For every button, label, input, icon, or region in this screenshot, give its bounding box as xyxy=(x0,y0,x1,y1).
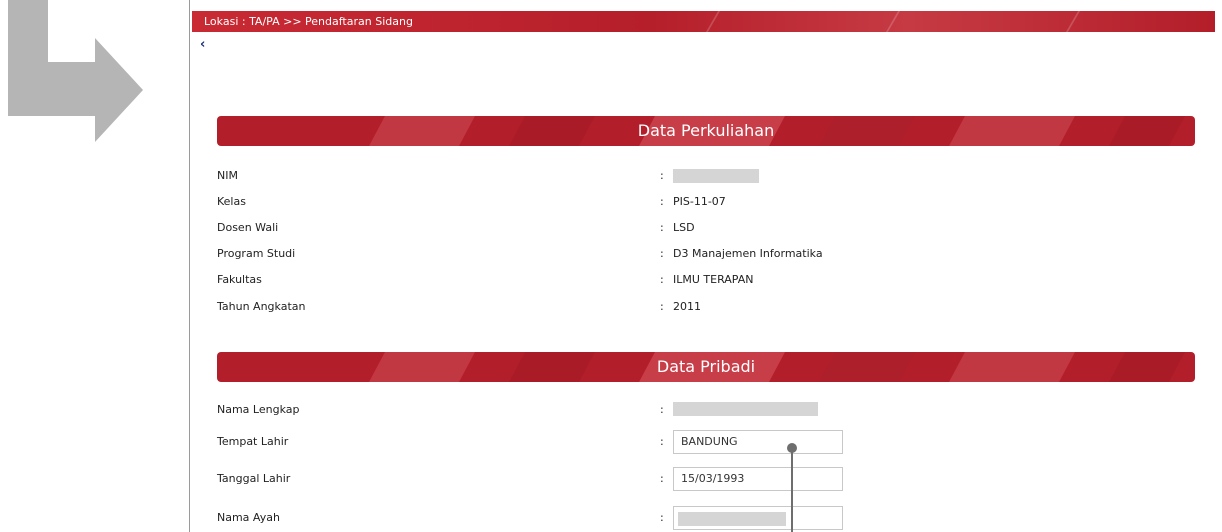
colon: : xyxy=(660,472,664,485)
section-title: Data Perkuliahan xyxy=(637,121,775,140)
field-value: LSD xyxy=(673,221,695,234)
field-label: Dosen Wali xyxy=(217,221,279,234)
field-label: Program Studi xyxy=(217,247,296,260)
colon: : xyxy=(660,403,664,416)
tempat-lahir-input[interactable]: BANDUNG xyxy=(673,430,843,454)
field-row-tahun-angkatan: Tahun Angkatan : 2011 xyxy=(217,297,1195,317)
chevron-left-icon[interactable]: ‹ xyxy=(200,38,205,52)
nama-ayah-input[interactable] xyxy=(673,506,843,530)
field-label: Fakultas xyxy=(217,273,262,286)
field-value: 2011 xyxy=(673,300,701,313)
field-label: NIM xyxy=(217,169,238,182)
colon: : xyxy=(660,195,664,208)
field-row-kelas: Kelas : PIS-11-07 xyxy=(217,192,1195,212)
section-header-perkuliahan: Data Perkuliahan xyxy=(217,116,1195,146)
field-row-nim: NIM : xyxy=(217,166,1195,186)
redacted-value xyxy=(673,402,818,416)
input-value: 15/03/1993 xyxy=(681,472,745,485)
field-row-fakultas: Fakultas : ILMU TERAPAN xyxy=(217,270,1195,290)
field-label: Tahun Angkatan xyxy=(217,300,306,313)
field-label: Tempat Lahir xyxy=(217,435,289,448)
field-value: PIS-11-07 xyxy=(673,195,726,208)
section-title: Data Pribadi xyxy=(656,357,756,376)
colon: : xyxy=(660,273,664,286)
arrow-graphic xyxy=(8,0,143,142)
colon: : xyxy=(660,221,664,234)
field-label: Nama Lengkap xyxy=(217,403,300,416)
redacted-value xyxy=(678,512,786,526)
field-value: D3 Manajemen Informatika xyxy=(673,247,823,260)
field-row-program-studi: Program Studi : D3 Manajemen Informatika xyxy=(217,244,1195,264)
colon: : xyxy=(660,511,664,524)
field-label: Nama Ayah xyxy=(217,511,280,524)
main-content: Lokasi : TA/PA >> Pendaftaran Sidang ‹ D… xyxy=(189,0,1222,532)
colon: : xyxy=(660,169,664,182)
location-text: Lokasi : TA/PA >> Pendaftaran Sidang xyxy=(204,15,413,28)
colon: : xyxy=(660,247,664,260)
tanggal-lahir-input[interactable]: 15/03/1993 xyxy=(673,467,843,491)
field-label: Kelas xyxy=(217,195,246,208)
field-row-dosen-wali: Dosen Wali : LSD xyxy=(217,218,1195,238)
redacted-value xyxy=(673,169,759,183)
colon: : xyxy=(660,300,664,313)
location-bar: Lokasi : TA/PA >> Pendaftaran Sidang xyxy=(192,11,1215,32)
field-value: ILMU TERAPAN xyxy=(673,273,754,286)
field-label: Tanggal Lahir xyxy=(217,472,291,485)
section-header-pribadi: Data Pribadi xyxy=(217,352,1195,382)
input-value: BANDUNG xyxy=(681,435,738,448)
field-row-nama-lengkap: Nama Lengkap : xyxy=(217,400,1195,420)
annotation-pointer-line xyxy=(791,448,793,532)
colon: : xyxy=(660,435,664,448)
